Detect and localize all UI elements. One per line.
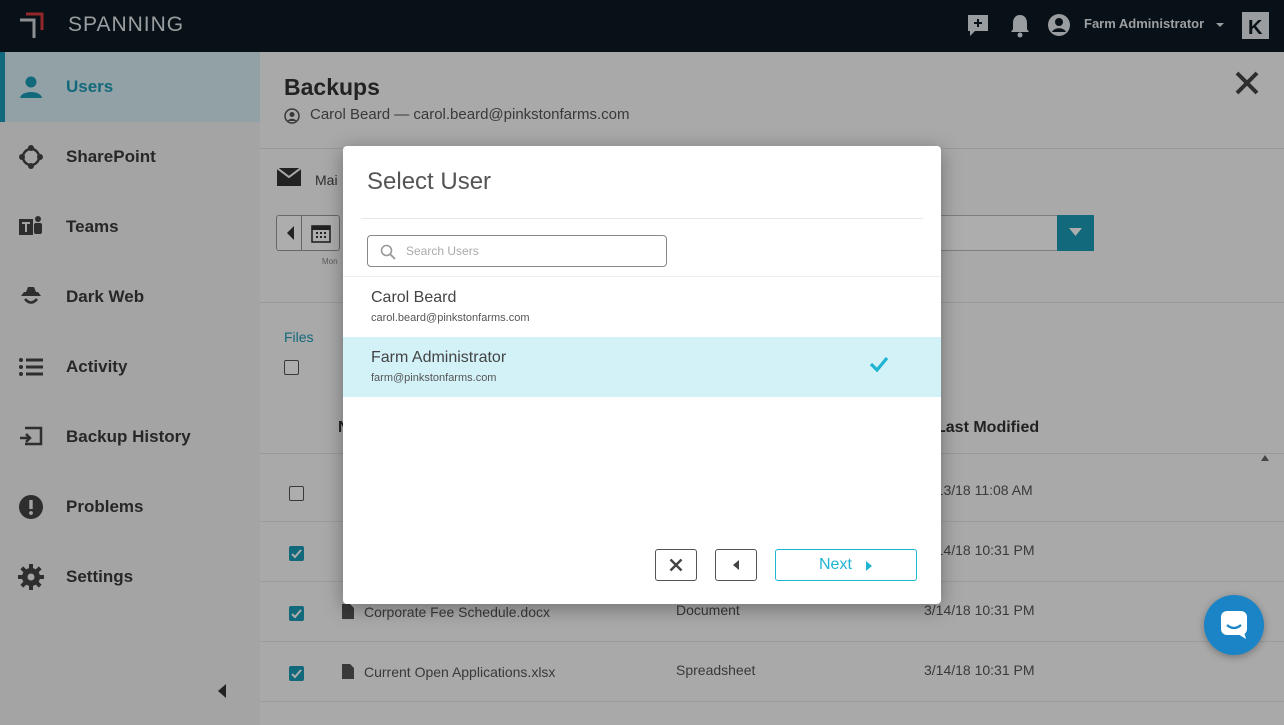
search-field[interactable]: [367, 235, 667, 267]
search-input[interactable]: [406, 241, 656, 261]
user-list-item[interactable]: Carol Beard carol.beard@pinkstonfarms.co…: [343, 277, 941, 337]
user-email: farm@pinkstonfarms.com: [371, 372, 497, 384]
check-icon: [869, 356, 889, 373]
next-button[interactable]: Next: [775, 549, 917, 581]
next-button-label: Next: [819, 556, 852, 573]
chat-icon: [1221, 611, 1247, 639]
select-user-dialog: Select User Carol Beard carol.beard@pink…: [343, 146, 941, 604]
close-icon: [669, 558, 683, 572]
user-email: carol.beard@pinkstonfarms.com: [371, 312, 530, 324]
user-list-item[interactable]: Farm Administrator farm@pinkstonfarms.co…: [343, 337, 941, 397]
chat-launcher-button[interactable]: [1204, 595, 1264, 655]
user-name: Farm Administrator: [371, 349, 507, 366]
dialog-title: Select User: [367, 168, 492, 195]
cancel-button[interactable]: [655, 549, 697, 581]
chevron-right-icon: [866, 561, 872, 571]
search-icon: [380, 244, 396, 260]
divider: [361, 218, 923, 219]
chevron-left-icon: [733, 560, 739, 570]
back-button[interactable]: [715, 549, 757, 581]
user-name: Carol Beard: [371, 289, 457, 306]
